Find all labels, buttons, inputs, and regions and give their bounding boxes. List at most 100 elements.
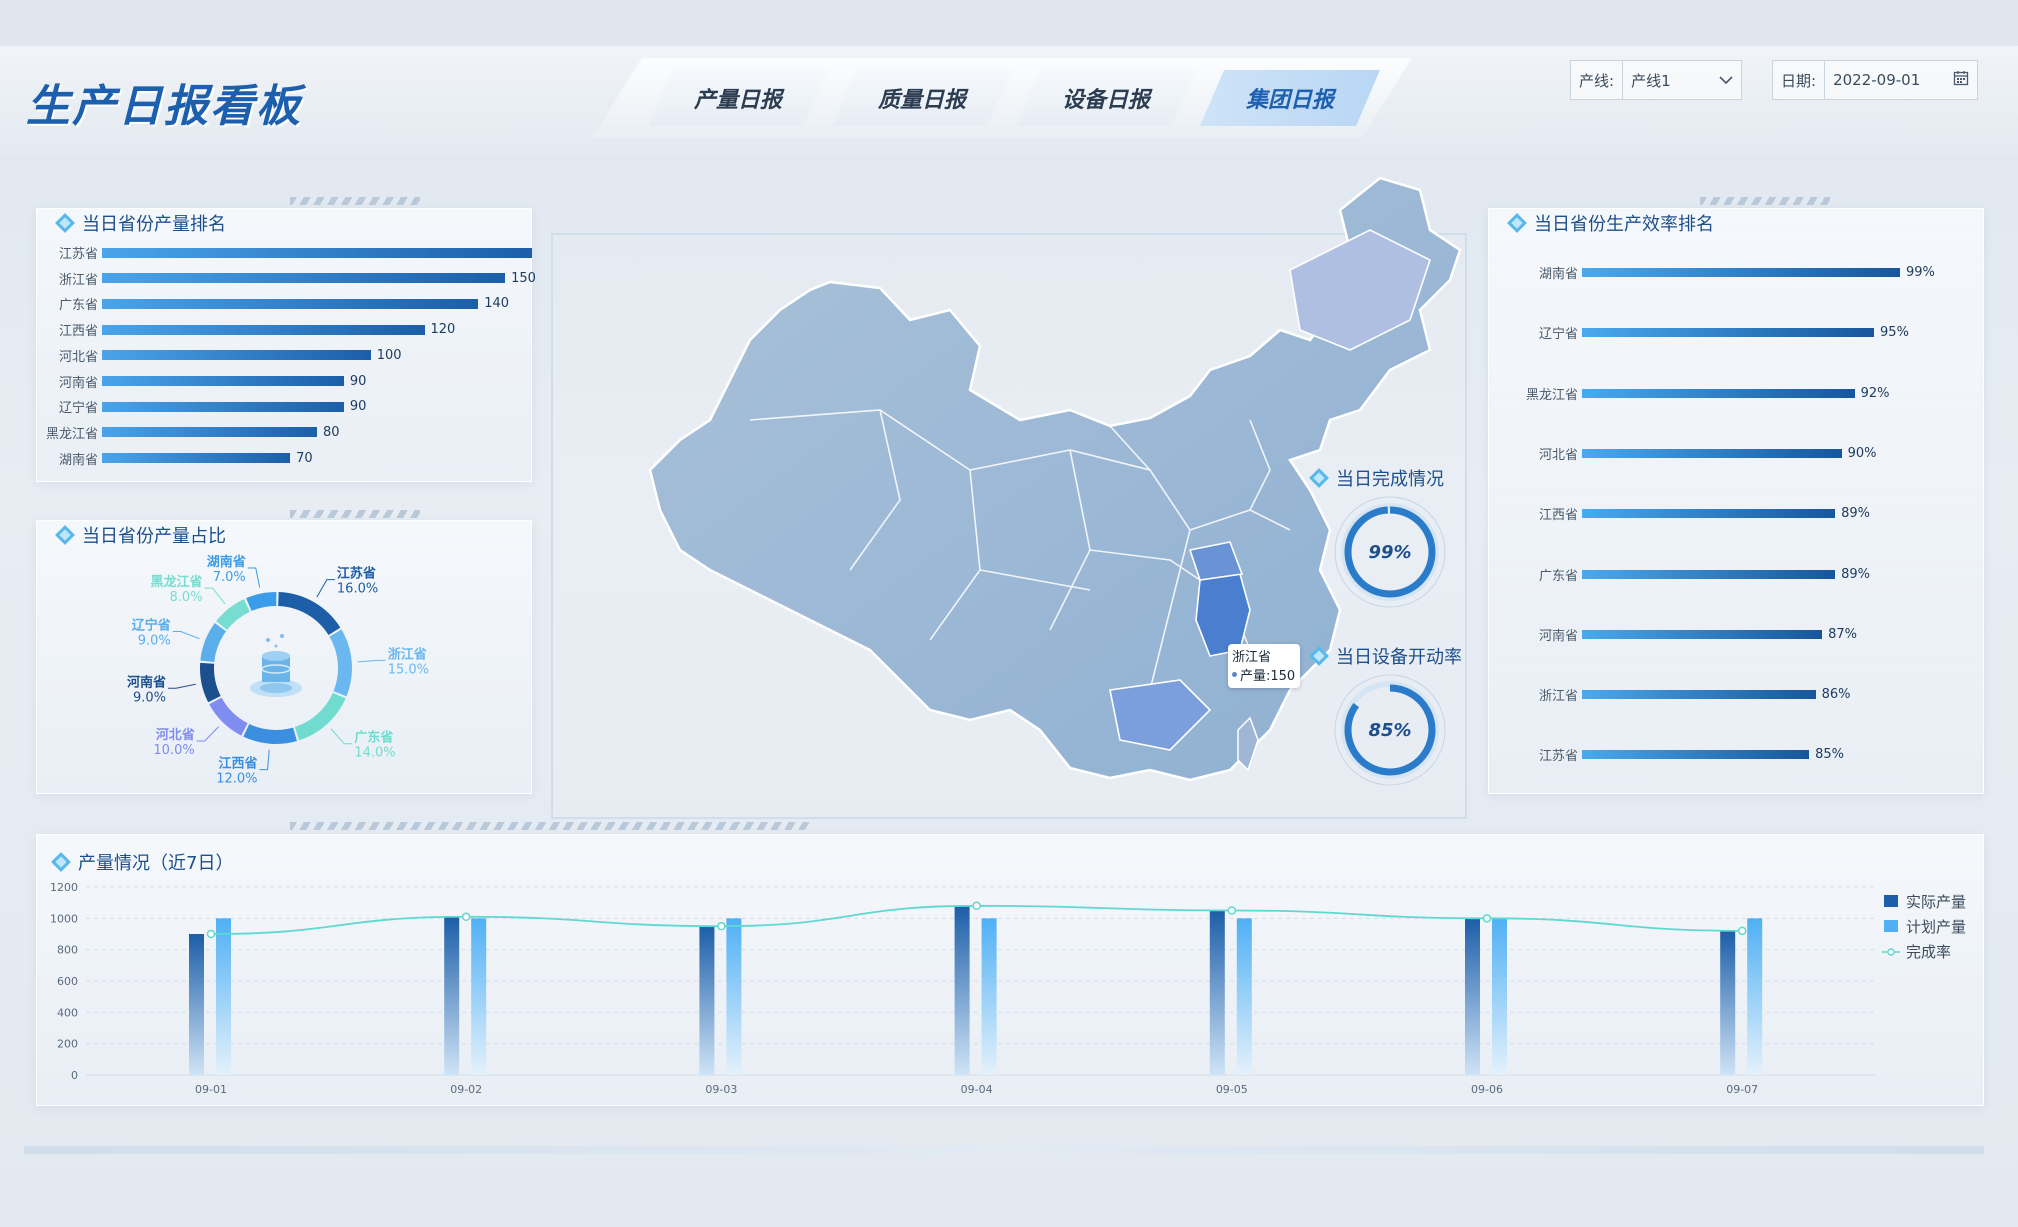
efficiency-row: 河南省 87% — [1496, 625, 1857, 644]
efficiency-province-label: 江苏省 — [1538, 749, 1578, 765]
diamond-icon — [1309, 468, 1329, 488]
rank-bar — [102, 324, 425, 335]
donut-slice-pct: 12.0% — [216, 772, 257, 787]
donut-slice-pct: 16.0% — [337, 582, 378, 597]
efficiency-bar — [1582, 328, 1875, 338]
rank-row: 江苏省 — [36, 243, 538, 262]
bar-plan — [1747, 918, 1763, 1075]
rank-panel-header: 当日省份产量排名 — [55, 210, 226, 236]
diamond-icon — [51, 852, 71, 872]
donut-leader-line — [330, 728, 353, 745]
legend-swatch-dot — [1887, 948, 1895, 956]
efficiency-row: 河北省 90% — [1496, 444, 1877, 463]
donut-slice-label: 河北省 — [156, 727, 195, 743]
tooltip-province: 浙江省 — [1232, 650, 1272, 665]
tab-quality-daily[interactable]: 质量日报 — [832, 70, 1012, 126]
donut-leader-line — [204, 587, 226, 605]
province-efficiency-panel — [1488, 208, 1984, 794]
efficiency-bar — [1582, 268, 1900, 277]
map-tooltip: 浙江省 产量:150 — [1228, 644, 1300, 688]
efficiency-value: 95% — [1880, 325, 1909, 341]
completion-rate-point — [1227, 906, 1237, 915]
rank-bar — [102, 427, 317, 438]
bar-actual — [189, 934, 204, 1075]
rank-value: 140 — [484, 296, 510, 312]
x-tick-label: 09-07 — [1726, 1083, 1758, 1096]
donut-slice-pct: 9.0% — [138, 634, 171, 649]
efficiency-province-label: 黑龙江省 — [1525, 387, 1578, 403]
donut-slice — [294, 692, 346, 741]
legend-swatch — [1884, 920, 1898, 932]
efficiency-province-label: 江西省 — [1538, 508, 1578, 524]
completion-title: 当日完成情况 — [1336, 469, 1444, 490]
date-picker-value: 2022-09-01 — [1833, 71, 1921, 89]
rank-row: 广东省 140 — [36, 294, 509, 313]
efficiency-row: 湖南省 99% — [1496, 263, 1935, 282]
efficiency-panel-header: 当日省份生产效率排名 — [1507, 210, 1714, 236]
dot-icon — [1232, 672, 1237, 677]
y-tick-label: 0 — [71, 1069, 78, 1082]
equipment-title: 当日设备开动率 — [1336, 647, 1462, 668]
donut-slice-pct: 15.0% — [388, 662, 429, 677]
bar-plan — [981, 918, 997, 1075]
x-tick-label: 09-04 — [961, 1083, 993, 1096]
efficiency-row: 辽宁省 95% — [1496, 323, 1909, 342]
rank-value: 70 — [296, 450, 313, 466]
rank-row: 辽宁省 90 — [36, 397, 366, 416]
production-chart: 0 200 400 600 800 1000 1200 09-01 09-02 09-03 09-… — [50, 881, 1966, 1096]
panel-decor-stripe — [290, 822, 810, 830]
donut-leader-line — [196, 726, 220, 742]
tab-equipment-daily[interactable]: 设备日报 — [1016, 70, 1196, 126]
panel-decor-stripe — [290, 510, 420, 518]
date-picker-label: 日期: — [1773, 61, 1826, 99]
rank-row: 河南省 90 — [36, 372, 366, 391]
donut-slice-pct: 10.0% — [153, 743, 194, 758]
donut-slice-label: 辽宁省 — [132, 618, 171, 634]
line-select[interactable]: 产线: 产线1 — [1570, 60, 1742, 100]
date-picker[interactable]: 日期: 2022-09-01 — [1772, 60, 1978, 100]
rank-province-label: 湖南省 — [58, 452, 98, 468]
efficiency-value: 92% — [1860, 385, 1890, 401]
y-tick-label: 200 — [57, 1038, 78, 1051]
efficiency-row: 江西省 89% — [1496, 504, 1870, 523]
efficiency-province-label: 河南省 — [1538, 628, 1578, 644]
donut-slice — [243, 723, 297, 744]
diamond-icon — [55, 213, 75, 233]
rank-value: 80 — [323, 424, 340, 440]
rank-bar — [102, 401, 344, 412]
calendar-icon — [1953, 70, 1969, 90]
efficiency-row: 浙江省 86% — [1496, 685, 1851, 704]
efficiency-value: 87% — [1828, 626, 1858, 642]
tab-group-daily[interactable]: 集团日报 — [1200, 70, 1380, 126]
efficiency-panel-title: 当日省份生产效率排名 — [1534, 214, 1714, 235]
donut-slice-pct: 14.0% — [354, 746, 395, 761]
donut-slice — [216, 599, 250, 630]
panel-decor-stripe — [290, 197, 420, 205]
share-panel-title: 当日省份产量占比 — [82, 526, 226, 547]
efficiency-bar — [1582, 629, 1823, 639]
efficiency-row: 广东省 89% — [1496, 565, 1870, 584]
rank-bar — [102, 247, 532, 258]
donut-slice-label: 河南省 — [127, 674, 166, 690]
rank-row: 河北省 100 — [36, 346, 402, 365]
x-tick-label: 09-03 — [705, 1083, 737, 1096]
rank-value: 90 — [349, 373, 367, 389]
efficiency-value: 85% — [1815, 747, 1845, 763]
bar-actual — [699, 926, 715, 1075]
bar-plan — [471, 918, 487, 1075]
rank-row: 湖南省 70 — [36, 449, 313, 468]
tooltip-metric: 产量:150 — [1240, 669, 1296, 684]
completion-rate-point — [206, 929, 216, 939]
legend-label: 实际产量 — [1906, 893, 1966, 911]
rank-bar — [102, 453, 291, 464]
bar-plan — [216, 918, 231, 1075]
equipment-header: 当日设备开动率 — [1309, 643, 1462, 669]
bar-plan — [1236, 918, 1252, 1075]
rank-row: 江西省 120 — [36, 320, 455, 339]
rank-province-label: 广东省 — [58, 298, 98, 314]
diamond-icon — [1309, 646, 1329, 666]
tab-output-daily[interactable]: 产量日报 — [648, 70, 828, 126]
rank-province-label: 江西省 — [58, 324, 98, 340]
donut-leader-line — [316, 579, 335, 598]
y-tick-label: 1200 — [50, 881, 78, 894]
